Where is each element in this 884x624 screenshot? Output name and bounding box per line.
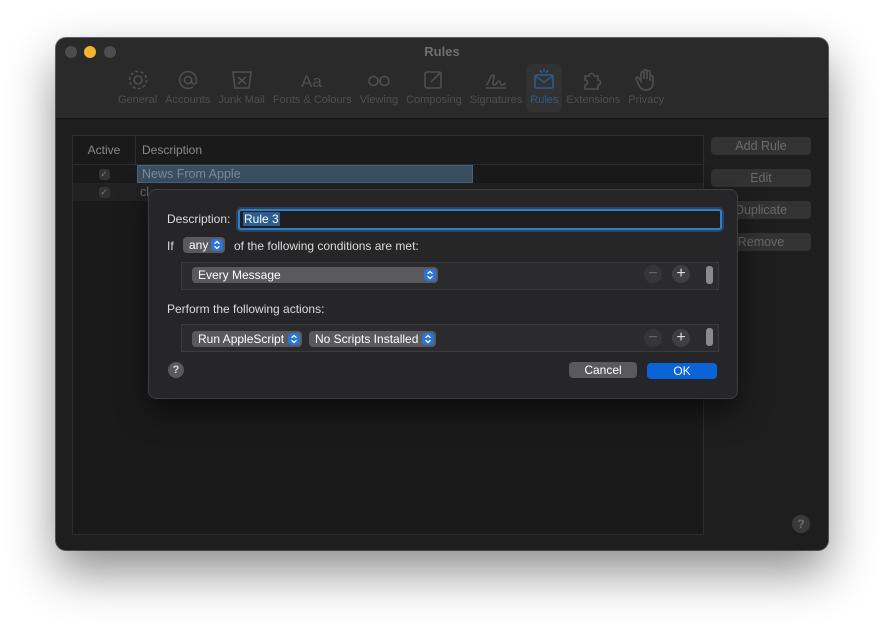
tab-privacy[interactable]: Privacy (624, 64, 668, 112)
help-button[interactable]: ? (792, 515, 810, 533)
active-checkbox[interactable]: ✓ (73, 186, 135, 198)
tab-accounts[interactable]: Accounts (161, 64, 214, 112)
tab-rules-label: Rules (530, 94, 559, 106)
checkmark-icon: ✓ (98, 186, 110, 198)
tab-junk-mail-label: Junk Mail (218, 94, 265, 106)
tab-signatures[interactable]: Signatures (466, 64, 527, 112)
tab-accounts-label: Accounts (165, 94, 211, 106)
tab-signatures-label: Signatures (469, 94, 523, 106)
tab-junk-mail[interactable]: Junk Mail (214, 64, 268, 112)
titlebar: Rules General Accounts Junk Mail Aa Font… (56, 38, 828, 119)
edit-rule-button[interactable]: Edit (711, 169, 811, 187)
rule-description[interactable]: News From Apple (137, 165, 473, 183)
at-icon (178, 70, 197, 90)
glasses-icon (368, 75, 390, 87)
tab-composing[interactable]: Composing (402, 64, 466, 112)
junk-bin-icon (231, 71, 252, 89)
action-value: Run AppleScript (198, 332, 285, 346)
tab-extensions-label: Extensions (566, 94, 621, 106)
compose-icon (424, 71, 442, 89)
description-label: Description: (167, 212, 231, 226)
scrollbar-knob[interactable] (706, 266, 713, 284)
updown-arrows-icon (288, 333, 300, 345)
cancel-button[interactable]: Cancel (569, 362, 637, 378)
checkmark-icon: ✓ (98, 168, 110, 180)
action-popup[interactable]: Run AppleScript (192, 331, 302, 347)
column-header-active[interactable]: Active (73, 136, 136, 164)
tab-viewing-label: Viewing (359, 94, 399, 106)
conditions-suffix: of the following conditions are met: (234, 239, 419, 253)
actions-box: Run AppleScript No Scripts Installed − + (181, 324, 719, 352)
updown-arrows-icon (422, 333, 434, 345)
active-checkbox[interactable]: ✓ (73, 168, 135, 180)
description-value: Rule 3 (243, 212, 280, 226)
rules-envelope-icon (534, 69, 555, 89)
tab-general[interactable]: General (114, 64, 161, 112)
ok-button[interactable]: OK (647, 363, 717, 379)
tab-privacy-label: Privacy (628, 94, 665, 106)
tab-fonts-colours-label: Fonts & Colours (272, 94, 352, 106)
window-title: Rules (424, 44, 460, 59)
condition-value: Every Message (198, 268, 281, 282)
tab-general-label: General (118, 94, 158, 106)
gear-icon (128, 70, 147, 90)
add-condition-button[interactable]: + (672, 265, 690, 283)
scrollbar-knob[interactable] (706, 328, 713, 346)
description-field[interactable]: Rule 3 (238, 209, 722, 230)
actions-label: Perform the following actions: (167, 302, 325, 316)
match-value: any (189, 238, 209, 252)
tab-rules[interactable]: Rules (526, 64, 563, 112)
script-value: No Scripts Installed (315, 332, 419, 346)
script-popup[interactable]: No Scripts Installed (309, 331, 436, 347)
tab-fonts-colours[interactable]: Aa Fonts & Colours (269, 64, 356, 112)
column-header-description[interactable]: Description (136, 143, 202, 157)
remove-action-button[interactable]: − (644, 329, 662, 347)
puzzle-icon (584, 72, 602, 90)
rule-edit-sheet: Description: Rule 3 If any of the follow… (148, 189, 738, 399)
svg-text:Aa: Aa (301, 72, 322, 91)
updown-arrows-icon (211, 239, 223, 251)
font-icon: Aa (301, 72, 322, 91)
add-rule-button[interactable]: Add Rule (711, 137, 811, 155)
remove-condition-button[interactable]: − (644, 265, 662, 283)
match-popup[interactable]: any (183, 237, 225, 253)
conditions-box: Every Message − + (181, 262, 719, 290)
rule-description: cl (140, 185, 150, 199)
preferences-toolbar: General Accounts Junk Mail Aa Fonts & Co… (114, 64, 668, 112)
table-header: Active Description (73, 136, 703, 165)
table-row[interactable]: ✓ News From Apple (73, 165, 703, 183)
condition-popup[interactable]: Every Message (192, 267, 438, 283)
tab-composing-label: Composing (406, 94, 462, 106)
add-action-button[interactable]: + (672, 329, 690, 347)
signature-icon (485, 74, 507, 89)
sheet-help-button[interactable]: ? (168, 362, 184, 378)
hand-icon (635, 68, 655, 91)
tab-viewing[interactable]: Viewing (356, 64, 402, 112)
if-label: If (167, 239, 174, 253)
tab-extensions[interactable]: Extensions (562, 64, 624, 112)
updown-arrows-icon (424, 269, 436, 281)
